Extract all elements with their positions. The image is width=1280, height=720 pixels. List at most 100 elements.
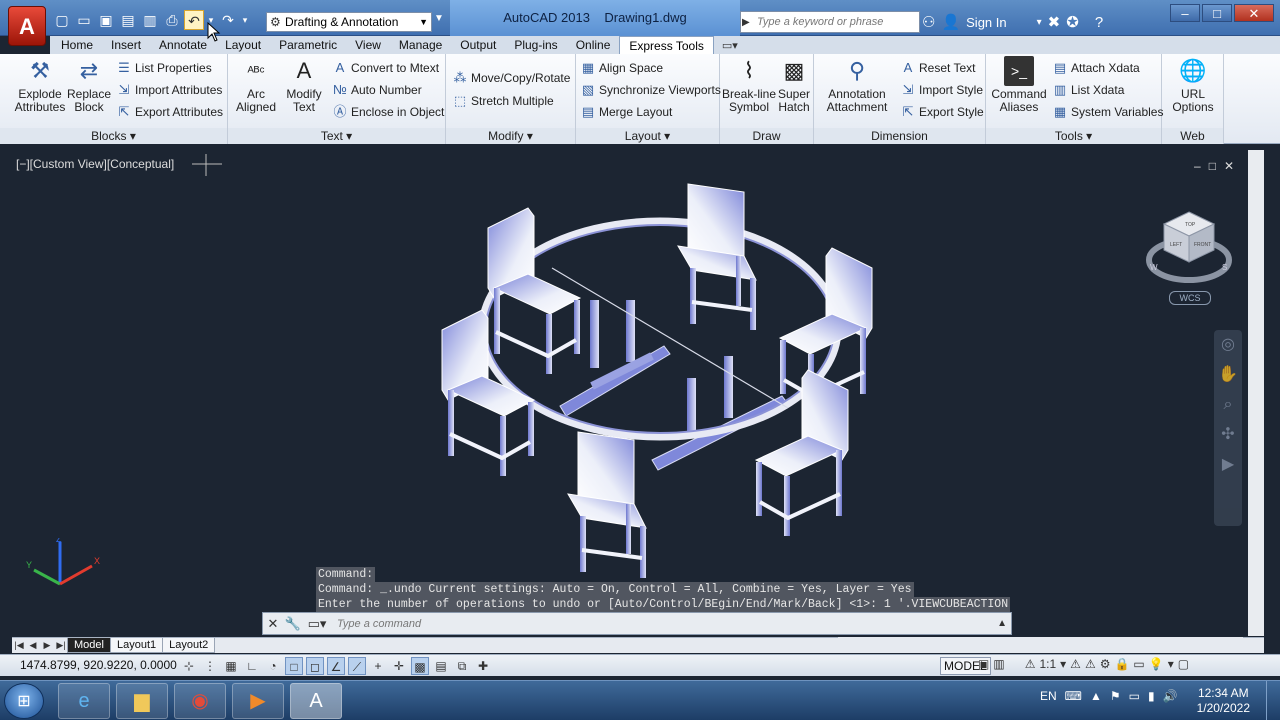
- auto-scale-icon[interactable]: ⚠: [1085, 657, 1096, 671]
- language-indicator[interactable]: EN: [1040, 689, 1057, 703]
- align-space-button[interactable]: ▦ Align Space: [580, 58, 663, 78]
- polar-icon[interactable]: ◔: [264, 657, 282, 675]
- orbit-icon[interactable]: ✣: [1214, 420, 1242, 450]
- tab-manage[interactable]: Manage: [390, 36, 451, 54]
- display-icon[interactable]: ▭: [1129, 689, 1140, 703]
- tab-express-tools[interactable]: Express Tools: [619, 36, 714, 54]
- ie-icon[interactable]: e: [58, 683, 110, 719]
- star-icon[interactable]: ✪: [1066, 13, 1079, 31]
- osnap-icon[interactable]: □: [285, 657, 303, 675]
- annotation-monitor-icon[interactable]: ✚: [474, 657, 492, 675]
- vertical-scrollbar[interactable]: [1248, 150, 1264, 636]
- panel-title-draw[interactable]: Draw: [720, 128, 813, 144]
- save-icon[interactable]: ▣: [96, 10, 116, 30]
- network-icon[interactable]: ▮: [1148, 689, 1155, 703]
- isolate-objects-icon[interactable]: 💡: [1149, 657, 1164, 671]
- tab-plug-ins[interactable]: Plug-ins: [505, 36, 566, 54]
- otrack-icon[interactable]: ∠: [327, 657, 345, 675]
- lineweight-icon[interactable]: ✛: [390, 657, 408, 675]
- keyboard-icon[interactable]: ⌨: [1065, 689, 1082, 703]
- panel-title-text[interactable]: Text ▾: [228, 128, 445, 144]
- tab-layout[interactable]: Layout: [216, 36, 270, 54]
- tab-view[interactable]: View: [346, 36, 390, 54]
- quick-view-layouts-icon[interactable]: ▣: [978, 657, 989, 671]
- command-input[interactable]: Type a command: [331, 618, 421, 630]
- tab-model[interactable]: Model: [67, 638, 111, 653]
- show-desktop-button[interactable]: [1266, 681, 1280, 720]
- chrome-icon[interactable]: ◉: [174, 683, 226, 719]
- clean-screen-icon[interactable]: ▢: [1178, 657, 1189, 671]
- panel-title-layout[interactable]: Layout ▾: [576, 128, 719, 144]
- list-properties-button[interactable]: ☰ List Properties: [116, 58, 212, 78]
- prev-tab-icon[interactable]: ◀: [26, 640, 40, 651]
- start-button[interactable]: ⊞: [4, 683, 44, 719]
- showmotion-icon[interactable]: ▶: [1214, 450, 1242, 480]
- flag-icon[interactable]: ⚑: [1110, 689, 1121, 703]
- exchange-icon[interactable]: ✖: [1048, 13, 1061, 31]
- replace-block-button[interactable]: ⇄ Replace Block: [66, 56, 112, 114]
- convert-mtext-button[interactable]: A Convert to Mtext: [332, 58, 439, 78]
- close-icon[interactable]: ✕: [263, 616, 283, 632]
- annotation-scale[interactable]: 1:1: [1039, 657, 1056, 671]
- arc-aligned-button[interactable]: ᴬᴮᶜ Arc Aligned: [232, 56, 280, 114]
- tab-insert[interactable]: Insert: [102, 36, 150, 54]
- pan-icon[interactable]: ✋: [1214, 360, 1242, 390]
- url-options-button[interactable]: 🌐 URL Options: [1168, 56, 1218, 114]
- print-icon[interactable]: ⎙: [162, 10, 182, 30]
- ducs-icon[interactable]: ⟋: [348, 657, 366, 675]
- search-expand-icon[interactable]: ▶: [742, 13, 750, 33]
- tab-parametric[interactable]: Parametric: [270, 36, 346, 54]
- search-input[interactable]: ▶ Type a keyword or phrase: [740, 11, 920, 33]
- plot-icon[interactable]: ▥: [140, 10, 160, 30]
- move-copy-rotate-button[interactable]: ⁂ Move/Copy/Rotate: [452, 68, 571, 88]
- tab-online[interactable]: Online: [567, 36, 620, 54]
- new-icon[interactable]: ▢: [52, 10, 72, 30]
- sync-viewports-button[interactable]: ▧ Synchronize Viewports: [580, 80, 721, 100]
- zoom-icon[interactable]: ⌕: [1214, 390, 1242, 420]
- viewcube[interactable]: TOP LEFT FRONT W S: [1144, 202, 1234, 292]
- chevron-down-icon[interactable]: ▾: [1037, 17, 1042, 28]
- system-variables-button[interactable]: ▦ System Variables: [1052, 102, 1164, 122]
- command-prompt-icon[interactable]: ▭▾: [303, 616, 331, 632]
- 3d-osnap-icon[interactable]: ◻: [306, 657, 324, 675]
- auto-number-button[interactable]: № Auto Number: [332, 80, 422, 100]
- drawing-viewport[interactable]: [−][Custom View][Conceptual] – □ ✕ TOP L…: [12, 150, 1248, 636]
- volume-icon[interactable]: 🔊: [1163, 689, 1178, 703]
- tab-home[interactable]: Home: [52, 36, 102, 54]
- annotation-attachment-button[interactable]: ⚲ Annotation Attachment: [824, 56, 890, 114]
- status-menu-icon[interactable]: ▾: [1168, 657, 1174, 671]
- enclose-object-button[interactable]: Ⓐ Enclose in Object: [332, 102, 444, 122]
- infer-constraints-icon[interactable]: ⊹: [180, 657, 198, 675]
- explode-attributes-button[interactable]: ⚒ Explode Attributes: [14, 56, 66, 114]
- panel-title-dimension[interactable]: Dimension: [814, 128, 985, 144]
- binoculars-icon[interactable]: ⚇: [922, 13, 935, 31]
- chevron-up-icon[interactable]: ▲: [997, 618, 1007, 629]
- quick-properties-icon[interactable]: ▤: [432, 657, 450, 675]
- panel-title-modify[interactable]: Modify ▾: [446, 128, 575, 144]
- hardware-acceleration-icon[interactable]: ▭: [1133, 657, 1144, 671]
- coordinates-display[interactable]: 1474.8799, 920.9220, 0.0000: [20, 658, 177, 672]
- tab-output[interactable]: Output: [451, 36, 505, 54]
- last-tab-icon[interactable]: ▶|: [54, 640, 68, 651]
- snap-icon[interactable]: ⋮: [201, 657, 219, 675]
- wcs-menu[interactable]: WCS: [1169, 291, 1211, 305]
- open-icon[interactable]: ▭: [74, 10, 94, 30]
- lock-icon[interactable]: 🔒: [1114, 657, 1129, 671]
- application-menu-button[interactable]: A: [8, 6, 46, 46]
- tab-layout1[interactable]: Layout1: [109, 638, 164, 653]
- ribbon-minimize-icon[interactable]: ▭▾: [722, 39, 738, 52]
- break-line-button[interactable]: ⌇ Break-line Symbol: [722, 56, 776, 114]
- first-tab-icon[interactable]: |◀: [12, 640, 26, 651]
- reset-text-button[interactable]: A Reset Text: [900, 58, 976, 78]
- redo-icon[interactable]: ↷: [218, 10, 238, 30]
- autocad-icon[interactable]: A: [290, 683, 342, 719]
- export-style-button[interactable]: ⇱ Export Style: [900, 102, 984, 122]
- merge-layout-button[interactable]: ▤ Merge Layout: [580, 102, 673, 122]
- maximize-button[interactable]: □: [1202, 4, 1232, 22]
- minimize-button[interactable]: –: [1170, 4, 1200, 22]
- transparency-icon[interactable]: ▩: [411, 657, 429, 675]
- dyn-icon[interactable]: +: [369, 657, 387, 675]
- workspace-selector[interactable]: ⚙ Drafting & Annotation ▼: [266, 12, 432, 32]
- attach-xdata-button[interactable]: ▤ Attach Xdata: [1052, 58, 1140, 78]
- 3d-model-table-chairs[interactable]: [12, 150, 1248, 636]
